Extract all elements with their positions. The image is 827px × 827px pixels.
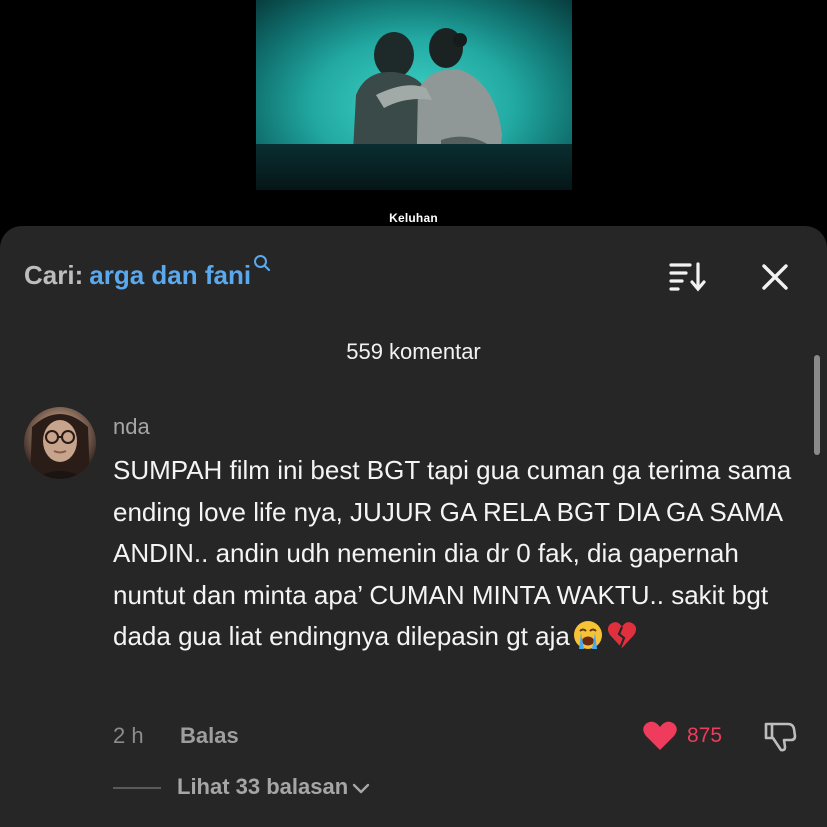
replies-divider — [113, 787, 161, 789]
search-prefix-label: Cari: — [24, 260, 84, 290]
reply-button[interactable]: Balas — [180, 722, 239, 750]
like-button[interactable] — [642, 720, 678, 752]
comments-sheet: Cari: arga dan fani 559 komentar nda SUM… — [0, 226, 827, 827]
view-replies-button[interactable]: Lihat 33 balasan — [177, 773, 370, 802]
heart-icon — [643, 721, 677, 750]
comment-username[interactable]: nda — [113, 414, 150, 440]
search-query-link[interactable]: arga dan fani — [89, 260, 251, 290]
search-icon[interactable] — [253, 246, 271, 280]
scrollbar[interactable] — [814, 355, 820, 455]
view-replies-label: Lihat 33 balasan — [177, 774, 349, 799]
chevron-down-icon — [352, 774, 370, 802]
dislike-button[interactable] — [762, 718, 798, 754]
comment-text: SUMPAH film ini best BGT tapi gua cuman … — [113, 455, 792, 651]
broken-heart-emoji — [606, 619, 638, 651]
comment-search-bar[interactable]: Cari: arga dan fani — [24, 255, 271, 292]
sort-button[interactable] — [668, 260, 706, 292]
comment-timestamp: 2 h — [113, 723, 144, 748]
video-ledge — [256, 144, 572, 190]
sort-icon — [669, 262, 706, 292]
video-caption: Keluhan — [389, 211, 438, 225]
comment-body: SUMPAH film ini best BGT tapi gua cuman … — [113, 450, 793, 658]
thumbs-down-icon — [764, 722, 797, 752]
avatar[interactable] — [24, 407, 96, 479]
close-icon — [762, 264, 788, 290]
crying-face-emoji — [572, 619, 604, 651]
like-count: 875 — [687, 724, 723, 747]
close-button[interactable] — [758, 260, 792, 294]
video-player[interactable]: Keluhan — [0, 0, 827, 232]
video-frame — [256, 0, 572, 190]
comment-count: 559 komentar — [346, 339, 481, 364]
